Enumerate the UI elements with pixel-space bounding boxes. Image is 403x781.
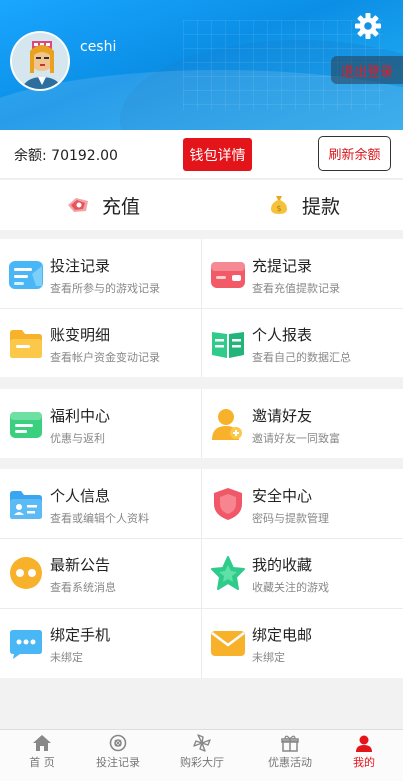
tab-home[interactable]: 首 页 <box>2 730 82 781</box>
pinwheel-icon <box>193 734 211 752</box>
shield-icon <box>214 488 242 520</box>
username: ceshi <box>80 39 117 55</box>
invite-friends-item[interactable]: 邀请好友 邀请好友一同致富 <box>202 389 403 458</box>
id-card-icon <box>10 491 42 519</box>
card-icon <box>211 262 245 288</box>
recharge-label: 充值 <box>102 195 141 218</box>
money-bag-icon: $ <box>271 196 287 214</box>
item-subtitle: 查看所参与的游戏记录 <box>50 282 160 295</box>
item-subtitle: 查看帐户资金变动记录 <box>50 351 160 364</box>
settings-section: 个人信息 查看或编辑个人资料 安全中心 密码与提款管理 最新公告 查看系统消息 … <box>0 469 403 678</box>
user-icon <box>356 735 372 752</box>
item-title: 绑定电邮 <box>252 626 313 644</box>
records-section: 投注记录 查看所参与的游戏记录 充提记录 查看充值提款记录 账变明细 查看帐户资… <box>0 239 403 377</box>
home-icon <box>33 735 51 751</box>
bottom-tab-bar: 首 页 投注记录 购彩大厅 优惠活动 我的 <box>0 729 403 781</box>
gear-icon[interactable] <box>354 12 382 40</box>
gift-icon <box>281 735 299 752</box>
item-title: 安全中心 <box>252 487 313 505</box>
item-title: 个人信息 <box>50 487 111 505</box>
item-title: 充提记录 <box>252 257 313 275</box>
tab-lottery-hall[interactable]: 购彩大厅 <box>162 730 242 781</box>
chat-bubble-icon <box>10 630 42 659</box>
tab-promotions[interactable]: 优惠活动 <box>250 730 330 781</box>
item-subtitle: 邀请好友一同致富 <box>252 432 340 445</box>
bind-email-item[interactable]: 绑定电邮 未绑定 <box>202 608 403 677</box>
welfare-center-item[interactable]: 福利中心 优惠与返利 <box>0 389 201 458</box>
favorites-item[interactable]: 我的收藏 收藏关注的游戏 <box>202 538 403 607</box>
tab-label: 优惠活动 <box>268 756 312 769</box>
refresh-balance-button[interactable]: 刷新余额 <box>318 136 391 171</box>
notice-icon <box>10 557 42 589</box>
item-title: 个人报表 <box>252 326 313 344</box>
book-icon <box>212 332 244 358</box>
notice-item[interactable]: 最新公告 查看系统消息 <box>0 538 201 607</box>
bind-phone-item[interactable]: 绑定手机 未绑定 <box>0 608 201 677</box>
item-title: 福利中心 <box>50 407 111 425</box>
bet-records-icon <box>9 261 43 289</box>
user-add-icon <box>212 409 242 440</box>
ticket-icon <box>10 412 42 438</box>
wallet-details-button[interactable]: 钱包详情 <box>183 138 252 171</box>
item-subtitle: 未绑定 <box>252 651 285 664</box>
tab-label: 购彩大厅 <box>180 756 224 769</box>
security-center-item[interactable]: 安全中心 密码与提款管理 <box>202 469 403 538</box>
tab-mine[interactable]: 我的 <box>324 730 403 781</box>
withdraw-button[interactable]: $ 提款 <box>268 180 340 230</box>
item-title: 最新公告 <box>50 556 111 574</box>
recharge-icon <box>68 198 88 212</box>
balance-amount: 余额: 70192.00 <box>14 148 118 164</box>
welfare-section: 福利中心 优惠与返利 邀请好友 邀请好友一同致富 <box>0 389 403 458</box>
item-subtitle: 查看自己的数据汇总 <box>252 351 351 364</box>
item-title: 我的收藏 <box>252 556 313 574</box>
recharge-button[interactable]: 充值 <box>66 180 140 230</box>
item-subtitle: 收藏关注的游戏 <box>252 581 329 594</box>
item-title: 绑定手机 <box>50 626 111 644</box>
folder-icon <box>10 330 42 358</box>
item-title: 账变明细 <box>50 326 111 344</box>
item-subtitle: 查看充值提款记录 <box>252 282 340 295</box>
item-title: 投注记录 <box>50 257 111 275</box>
withdraw-label: 提款 <box>302 195 341 218</box>
tab-label: 首 页 <box>29 756 55 769</box>
avatar[interactable] <box>10 31 70 91</box>
chip-icon <box>109 734 127 752</box>
logout-button[interactable]: 退出登录 <box>331 56 403 84</box>
item-title: 邀请好友 <box>252 407 313 425</box>
account-changes-item[interactable]: 账变明细 查看帐户资金变动记录 <box>0 308 201 377</box>
bet-records-item[interactable]: 投注记录 查看所参与的游戏记录 <box>0 239 201 308</box>
svg-text:$: $ <box>276 204 281 213</box>
personal-report-item[interactable]: 个人报表 查看自己的数据汇总 <box>202 308 403 377</box>
tab-bet-records[interactable]: 投注记录 <box>78 730 158 781</box>
profile-header: ceshi 退出登录 <box>0 0 403 130</box>
profile-info-item[interactable]: 个人信息 查看或编辑个人资料 <box>0 469 201 538</box>
item-subtitle: 密码与提款管理 <box>252 512 329 525</box>
quick-actions: 充值 $ 提款 <box>0 180 403 230</box>
tab-label: 我的 <box>353 756 375 769</box>
item-subtitle: 优惠与返利 <box>50 432 105 445</box>
fund-records-item[interactable]: 充提记录 查看充值提款记录 <box>202 239 403 308</box>
item-subtitle: 未绑定 <box>50 651 83 664</box>
envelope-icon <box>211 631 245 656</box>
item-subtitle: 查看系统消息 <box>50 581 116 594</box>
tab-label: 投注记录 <box>96 756 140 769</box>
item-subtitle: 查看或编辑个人资料 <box>50 512 149 525</box>
star-icon <box>211 556 245 590</box>
